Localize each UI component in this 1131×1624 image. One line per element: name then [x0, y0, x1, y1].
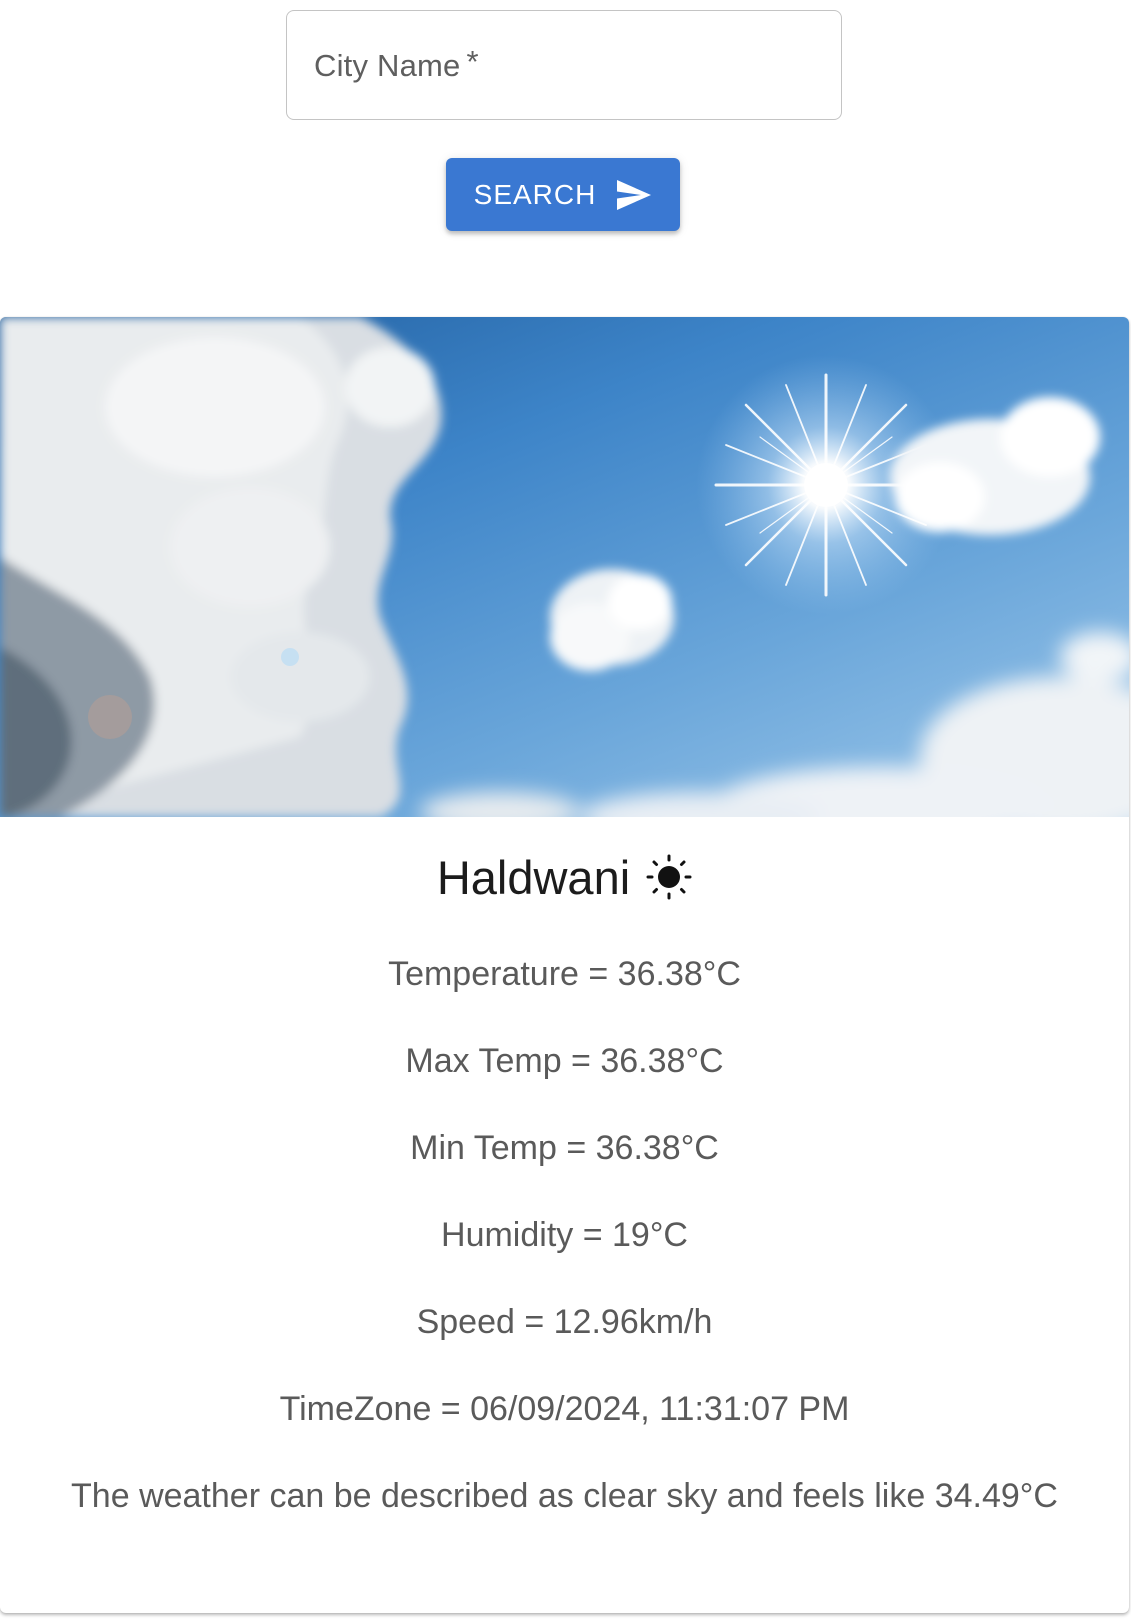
max-temp-text: Max Temp = 36.38°C — [405, 1042, 724, 1080]
city-title: Haldwani — [0, 847, 1129, 907]
humidity-text: Humidity = 19°C — [441, 1216, 688, 1254]
city-name: Haldwani — [436, 850, 631, 904]
city-name-input[interactable] — [287, 11, 841, 119]
temperature-text: Temperature = 36.38°C — [388, 955, 741, 993]
weather-description: The weather can be described as clear sk… — [71, 1477, 1058, 1515]
sun-icon — [646, 854, 692, 900]
city-name-field[interactable]: City Name * — [286, 10, 842, 120]
send-icon — [616, 179, 652, 211]
speed-text: Speed = 12.96km/h — [416, 1303, 713, 1341]
weather-card: Haldwani Temperature = 36.38°C Max Temp … — [0, 317, 1129, 1613]
search-button-label: SEARCH — [473, 178, 597, 210]
sky-image — [0, 317, 1129, 817]
search-button[interactable]: SEARCH — [446, 158, 680, 231]
timezone-text: TimeZone = 06/09/2024, 11:31:07 PM — [279, 1390, 850, 1428]
min-temp-text: Min Temp = 36.38°C — [410, 1129, 719, 1167]
